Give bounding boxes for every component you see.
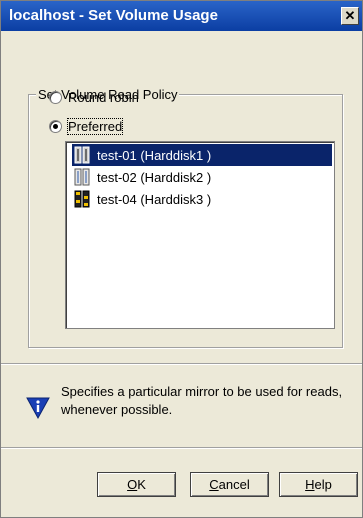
info-description: Specifies a particular mirror to be used… — [61, 384, 343, 417]
radio-indicator[interactable] — [49, 120, 62, 133]
preferred-radio[interactable]: Preferred — [49, 118, 124, 135]
list-item-label: test-04 (Harddisk3 ) — [97, 191, 212, 207]
info-shield-icon — [26, 397, 50, 420]
list-item-label: test-02 (Harddisk2 ) — [97, 169, 212, 185]
cancel-button[interactable]: Cancel — [190, 472, 269, 497]
divider — [1, 364, 362, 365]
divider — [1, 448, 362, 449]
disk-icon — [74, 168, 90, 186]
round-robin-label: Round robin — [68, 90, 139, 105]
disk-warning-icon — [74, 190, 90, 208]
title-bar[interactable]: localhost - Set Volume Usage ✕ — [1, 1, 362, 31]
close-button[interactable]: ✕ — [341, 7, 359, 25]
ok-button[interactable]: OK — [97, 472, 176, 497]
window-title: localhost - Set Volume Usage — [9, 7, 218, 24]
round-robin-radio[interactable]: Round robin — [49, 90, 139, 105]
mirror-list[interactable]: test-01 (Harddisk1 ) test-02 (Harddisk2 … — [65, 141, 335, 329]
list-item[interactable]: test-04 (Harddisk3 ) — [72, 188, 211, 210]
list-item-label: test-01 (Harddisk1 ) — [97, 147, 212, 163]
help-button[interactable]: Help — [279, 472, 358, 497]
radio-indicator[interactable] — [49, 91, 62, 104]
list-item[interactable]: test-02 (Harddisk2 ) — [72, 166, 211, 188]
disk-icon — [74, 146, 90, 164]
dialog-window: localhost - Set Volume Usage ✕ Set Volum… — [0, 0, 363, 518]
preferred-label: Preferred — [66, 118, 124, 135]
list-item[interactable]: test-01 (Harddisk1 ) — [72, 144, 332, 166]
